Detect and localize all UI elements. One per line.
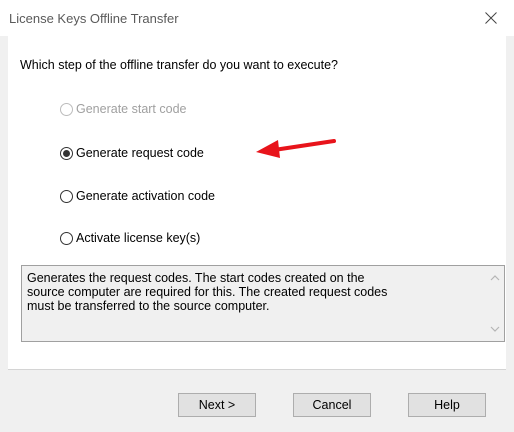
scroll-down-icon[interactable] — [490, 325, 500, 333]
footer-separator — [8, 369, 506, 370]
title-bar: License Keys Offline Transfer — [0, 0, 514, 36]
radio-generate-activation-code[interactable]: Generate activation code — [60, 187, 215, 205]
cancel-button[interactable]: Cancel — [293, 393, 371, 417]
question-text: Which step of the offline transfer do yo… — [20, 58, 339, 72]
window-title: License Keys Offline Transfer — [9, 11, 179, 26]
radio-label: Generate start code — [76, 102, 187, 116]
radio-generate-request-code[interactable]: Generate request code — [60, 144, 204, 162]
radio-button[interactable] — [60, 231, 73, 245]
next-button[interactable]: Next > — [178, 393, 256, 417]
radio-activate-license-keys[interactable]: Activate license key(s) — [60, 229, 200, 247]
radio-button[interactable] — [60, 102, 73, 116]
vertical-scrollbar[interactable] — [487, 266, 504, 341]
description-textbox[interactable]: Generates the request codes. The start c… — [21, 265, 505, 342]
close-icon — [485, 12, 497, 24]
red-arrow-icon — [256, 139, 336, 158]
scroll-up-icon[interactable] — [490, 274, 500, 282]
description-line: must be transferred to the source comput… — [27, 299, 270, 313]
dialog-content: Which step of the offline transfer do yo… — [8, 36, 506, 369]
radio-label: Generate request code — [76, 146, 204, 160]
description-line: source computer are required for this. T… — [27, 285, 388, 299]
description-line: Generates the request codes. The start c… — [27, 271, 365, 285]
radio-label: Generate activation code — [76, 189, 215, 203]
radio-generate-start-code[interactable]: Generate start code — [60, 100, 186, 118]
radio-button[interactable] — [60, 189, 73, 203]
description-text: Generates the request codes. The start c… — [27, 271, 477, 313]
radio-label: Activate license key(s) — [76, 231, 201, 245]
radio-button[interactable] — [60, 146, 73, 160]
help-button[interactable]: Help — [408, 393, 486, 417]
close-button[interactable] — [468, 0, 514, 36]
